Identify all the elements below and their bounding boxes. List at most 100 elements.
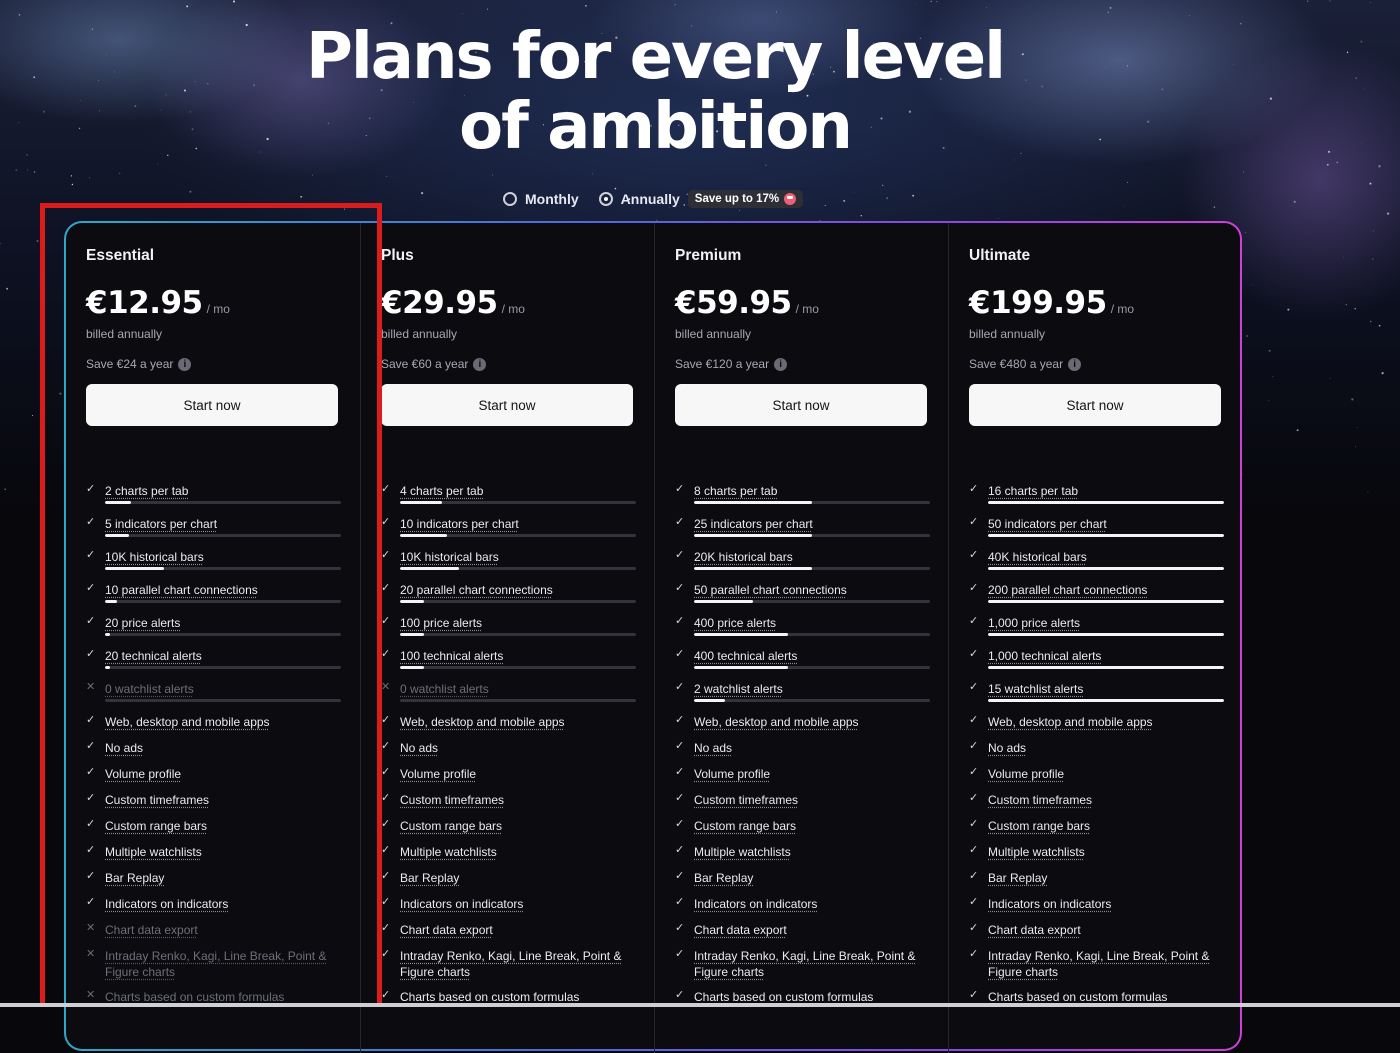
feature-label[interactable]: Multiple watchlists: [105, 844, 335, 860]
feature-label[interactable]: 20 parallel chart connections: [400, 582, 630, 598]
feature-label[interactable]: Chart data export: [988, 922, 1218, 938]
star: [1326, 163, 1329, 166]
star: [997, 217, 999, 219]
feature-label[interactable]: 0 watchlist alerts: [400, 681, 630, 697]
feature-label[interactable]: 1,000 price alerts: [988, 615, 1218, 631]
info-icon[interactable]: i: [473, 357, 487, 371]
feature-label[interactable]: 15 watchlist alerts: [988, 681, 1218, 697]
feature-label[interactable]: Volume profile: [694, 766, 924, 782]
feature-label[interactable]: Web, desktop and mobile apps: [988, 714, 1218, 730]
feature-label[interactable]: 10K historical bars: [400, 549, 630, 565]
feature-label[interactable]: Indicators on indicators: [988, 896, 1218, 912]
feature-label[interactable]: 10K historical bars: [105, 549, 335, 565]
feature-label[interactable]: Intraday Renko, Kagi, Line Break, Point …: [694, 948, 924, 980]
feature-label[interactable]: Custom range bars: [105, 818, 335, 834]
feature-label[interactable]: Custom timeframes: [400, 792, 630, 808]
feature-label[interactable]: 4 charts per tab: [400, 483, 630, 499]
feature-label[interactable]: Intraday Renko, Kagi, Line Break, Point …: [400, 948, 630, 980]
feature-label[interactable]: 200 parallel chart connections: [988, 582, 1218, 598]
info-icon[interactable]: i: [774, 357, 788, 371]
feature-label[interactable]: Volume profile: [988, 766, 1218, 782]
feature-label[interactable]: 10 parallel chart connections: [105, 582, 335, 598]
annually-radio[interactable]: [598, 192, 613, 206]
feature-label[interactable]: Custom range bars: [400, 818, 630, 834]
feature-label[interactable]: No ads: [988, 740, 1218, 756]
feature-label[interactable]: Indicators on indicators: [105, 896, 335, 912]
feature-label[interactable]: 400 technical alerts: [694, 648, 924, 664]
feature-label[interactable]: Bar Replay: [988, 870, 1218, 886]
cross-icon: ✕: [86, 922, 96, 934]
feature-label[interactable]: Chart data export: [105, 922, 335, 938]
info-icon[interactable]: i: [178, 357, 192, 371]
feature-label[interactable]: 2 watchlist alerts: [694, 681, 924, 697]
feature-label[interactable]: 10 indicators per chart: [400, 516, 630, 532]
feature-label[interactable]: 5 indicators per chart: [105, 516, 335, 532]
start-now-button[interactable]: Start now: [86, 384, 338, 426]
feature-label[interactable]: Intraday Renko, Kagi, Line Break, Point …: [105, 948, 335, 980]
feature-label[interactable]: Custom range bars: [988, 818, 1218, 834]
monthly-radio[interactable]: [503, 192, 517, 206]
feature-label[interactable]: Bar Replay: [694, 870, 924, 886]
feature-label[interactable]: 2 charts per tab: [105, 483, 335, 499]
feature-label[interactable]: Indicators on indicators: [694, 896, 924, 912]
feature-label[interactable]: 16 charts per tab: [988, 483, 1218, 499]
feature-item: ✓ 15 watchlist alerts: [969, 681, 1224, 714]
feature-label[interactable]: 400 price alerts: [694, 615, 924, 631]
check-icon: ✓: [675, 582, 685, 594]
info-icon[interactable]: i: [1068, 357, 1082, 371]
feature-label[interactable]: Web, desktop and mobile apps: [400, 714, 630, 730]
feature-label[interactable]: Multiple watchlists: [694, 844, 924, 860]
feature-label[interactable]: 100 technical alerts: [400, 648, 630, 664]
feature-label[interactable]: Chart data export: [400, 922, 630, 938]
feature-label[interactable]: 0 watchlist alerts: [105, 681, 335, 697]
start-now-button[interactable]: Start now: [381, 384, 633, 426]
feature-label[interactable]: Web, desktop and mobile apps: [694, 714, 924, 730]
feature-label[interactable]: Bar Replay: [105, 870, 335, 886]
feature-label[interactable]: Custom timeframes: [988, 792, 1218, 808]
feature-label[interactable]: 20 price alerts: [105, 615, 335, 631]
feature-label[interactable]: Custom timeframes: [694, 792, 924, 808]
price-row: €29.95 / mo: [381, 285, 634, 325]
feature-label[interactable]: Chart data export: [694, 922, 924, 938]
feature-label[interactable]: Web, desktop and mobile apps: [105, 714, 335, 730]
star: [59, 392, 62, 395]
feature-label[interactable]: Volume profile: [400, 766, 630, 782]
check-icon: ✓: [381, 818, 391, 830]
start-now-button[interactable]: Start now: [969, 384, 1221, 426]
feature-label[interactable]: 20 technical alerts: [105, 648, 335, 664]
usage-bar-fill: [694, 501, 812, 504]
check-icon: ✓: [969, 818, 979, 830]
feature-label[interactable]: Indicators on indicators: [400, 896, 630, 912]
feature-label[interactable]: No ads: [105, 740, 335, 756]
plan-name: Premium: [675, 247, 742, 264]
feature-item: ✓ Bar Replay: [381, 870, 634, 896]
check-icon: ✓: [381, 740, 391, 752]
feature-label[interactable]: 40K historical bars: [988, 549, 1218, 565]
annually-option[interactable]: Annually: [598, 191, 680, 207]
feature-label[interactable]: No ads: [400, 740, 630, 756]
start-now-button[interactable]: Start now: [675, 384, 927, 426]
feature-label[interactable]: Custom timeframes: [105, 792, 335, 808]
feature-label[interactable]: No ads: [694, 740, 924, 756]
star: [1369, 320, 1372, 323]
feature-label[interactable]: 50 indicators per chart: [988, 516, 1218, 532]
feature-label[interactable]: Intraday Renko, Kagi, Line Break, Point …: [988, 948, 1218, 980]
feature-label[interactable]: 100 price alerts: [400, 615, 630, 631]
monthly-option[interactable]: Monthly: [503, 191, 579, 207]
star: [344, 208, 346, 210]
feature-label[interactable]: Multiple watchlists: [988, 844, 1218, 860]
feature-item: ✓ Bar Replay: [86, 870, 340, 896]
feature-label[interactable]: 25 indicators per chart: [694, 516, 924, 532]
feature-label[interactable]: 1,000 technical alerts: [988, 648, 1218, 664]
feature-label[interactable]: Multiple watchlists: [400, 844, 630, 860]
feature-label[interactable]: 20K historical bars: [694, 549, 924, 565]
feature-label[interactable]: Volume profile: [105, 766, 335, 782]
usage-bar-fill: [400, 501, 443, 504]
feature-item: ✓ 8 charts per tab: [675, 483, 930, 516]
feature-label[interactable]: 8 charts per tab: [694, 483, 924, 499]
feature-label[interactable]: Bar Replay: [400, 870, 630, 886]
title-line-2: of ambition: [459, 90, 853, 164]
feature-label[interactable]: 50 parallel chart connections: [694, 582, 924, 598]
feature-item: ✓ Intraday Renko, Kagi, Line Break, Poin…: [969, 948, 1222, 989]
feature-label[interactable]: Custom range bars: [694, 818, 924, 834]
